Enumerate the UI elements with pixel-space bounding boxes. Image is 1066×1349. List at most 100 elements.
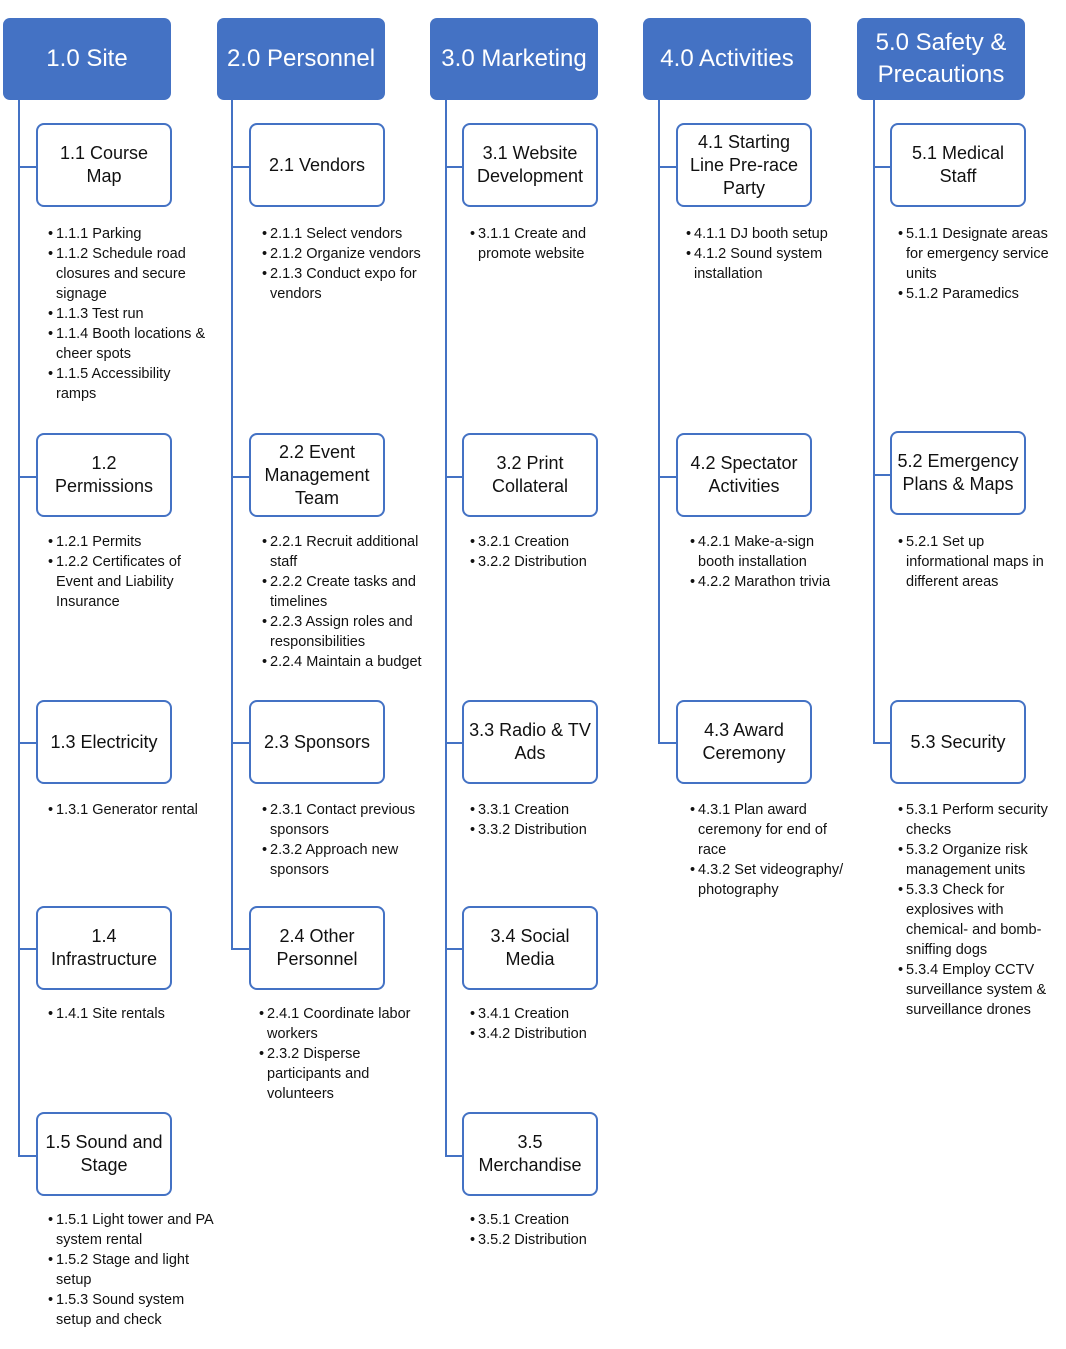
subtask-item: 5.3.3 Check for explosives with chemical… <box>898 880 1058 960</box>
category-label: 3.0 Marketing <box>441 45 587 72</box>
task-box-label: 5.1 Medical Staff <box>911 143 1005 186</box>
subtask-list: 2.4.1 Coordinate labor workers 2.3.2 Dis… <box>259 1004 419 1104</box>
connector-trunk <box>445 100 447 1157</box>
subtask-list: 3.3.1 Creation 3.3.2 Distribution <box>470 800 630 840</box>
subtask-item: 1.5.1 Light tower and PA system rental <box>48 1210 213 1250</box>
category-label: 4.0 Activities <box>660 45 794 72</box>
subtask-list: 1.2.1 Permits 1.2.2 Certificates of Even… <box>48 532 208 612</box>
connector-branch <box>873 474 891 476</box>
task-box-event-management-team[interactable]: 2.2 Event Management Team <box>249 433 385 517</box>
subtask-item: 3.4.1 Creation <box>470 1004 630 1024</box>
subtask-list: 2.3.1 Contact previous sponsors 2.3.2 Ap… <box>262 800 422 880</box>
connector-branch <box>18 1155 36 1157</box>
category-label: 5.0 Safety & Precautions <box>875 29 1007 88</box>
subtask-item: 2.2.4 Maintain a budget <box>262 652 422 672</box>
subtask-item: 1.1.3 Test run <box>48 304 208 324</box>
connector-trunk <box>231 100 233 950</box>
subtask-item: 1.5.3 Sound system setup and check <box>48 1290 213 1330</box>
subtask-item: 2.3.2 Disperse participants and voluntee… <box>259 1044 419 1104</box>
task-box-infrastructure[interactable]: 1.4 Infrastructure <box>36 906 172 990</box>
task-box-radio-tv-ads[interactable]: 3.3 Radio & TV Ads <box>462 700 598 784</box>
subtask-list: 2.1.1 Select vendors 2.1.2 Organize vend… <box>262 224 422 304</box>
connector-branch <box>231 166 249 168</box>
task-box-sound-stage[interactable]: 1.5 Sound and Stage <box>36 1112 172 1196</box>
subtask-item: 2.2.2 Create tasks and timelines <box>262 572 422 612</box>
subtask-item: 1.2.1 Permits <box>48 532 208 552</box>
task-box-label: 4.2 Spectator Activities <box>690 453 798 496</box>
connector-trunk <box>658 100 660 744</box>
connector-branch <box>445 742 463 744</box>
task-box-website-development[interactable]: 3.1 Website Development <box>462 123 598 207</box>
task-box-vendors[interactable]: 2.1 Vendors <box>249 123 385 207</box>
connector-branch <box>231 742 249 744</box>
category-box-marketing[interactable]: 3.0 Marketing <box>430 18 598 100</box>
subtask-item: 2.3.1 Contact previous sponsors <box>262 800 422 840</box>
task-box-starting-line-party[interactable]: 4.1 Starting Line Pre-race Party <box>676 123 812 207</box>
subtask-item: 3.4.2 Distribution <box>470 1024 630 1044</box>
subtask-item: 1.1.1 Parking <box>48 224 208 244</box>
task-box-other-personnel[interactable]: 2.4 Other Personnel <box>249 906 385 990</box>
subtask-item: 4.2.2 Marathon trivia <box>690 572 850 592</box>
task-box-label: 4.1 Starting Line Pre-race Party <box>689 131 799 198</box>
connector-branch <box>658 742 676 744</box>
subtask-list: 3.1.1 Create and promote website <box>470 224 630 264</box>
task-box-sponsors[interactable]: 2.3 Sponsors <box>249 700 385 784</box>
category-label: 1.0 Site <box>46 45 128 72</box>
task-box-social-media[interactable]: 3.4 Social Media <box>462 906 598 990</box>
subtask-item: 1.1.2 Schedule road closures and secure … <box>48 244 208 304</box>
subtask-item: 3.2.1 Creation <box>470 532 630 552</box>
subtask-item: 3.2.2 Distribution <box>470 552 630 572</box>
task-box-label: 3.1 Website Development <box>476 143 584 186</box>
connector-branch <box>445 948 463 950</box>
subtask-item: 2.1.2 Organize vendors <box>262 244 422 264</box>
task-box-label: 2.1 Vendors <box>268 154 366 175</box>
task-box-label: 1.4 Infrastructure <box>50 926 158 969</box>
task-box-label: 3.2 Print Collateral <box>491 453 569 496</box>
connector-branch <box>18 166 36 168</box>
category-label: 2.0 Personnel <box>226 45 376 72</box>
subtask-list: 5.2.1 Set up informational maps in diffe… <box>898 532 1058 592</box>
task-box-label: 2.4 Other Personnel <box>276 926 358 969</box>
connector-trunk <box>18 100 20 1157</box>
connector-branch <box>18 476 36 478</box>
connector-branch <box>18 742 36 744</box>
task-box-label: 1.1 Course Map <box>59 143 149 186</box>
connector-branch <box>873 166 891 168</box>
subtask-item: 2.1.3 Conduct expo for vendors <box>262 264 422 304</box>
category-box-activities[interactable]: 4.0 Activities <box>643 18 811 100</box>
task-box-spectator-activities[interactable]: 4.2 Spectator Activities <box>676 433 812 517</box>
subtask-item: 4.2.1 Make-a-sign booth installation <box>690 532 850 572</box>
connector-branch <box>18 948 36 950</box>
subtask-item: 4.3.2 Set videography/ photography <box>690 860 850 900</box>
task-box-medical-staff[interactable]: 5.1 Medical Staff <box>890 123 1026 207</box>
connector-branch <box>445 476 463 478</box>
category-box-site[interactable]: 1.0 Site <box>3 18 171 100</box>
category-box-safety-precautions[interactable]: 5.0 Safety & Precautions <box>857 18 1025 100</box>
connector-branch <box>231 948 249 950</box>
task-box-label: 2.3 Sponsors <box>263 731 371 752</box>
subtask-list: 1.3.1 Generator rental <box>48 800 208 820</box>
connector-branch <box>231 476 249 478</box>
subtask-item: 5.1.2 Paramedics <box>898 284 1058 304</box>
task-box-label: 2.2 Event Management Team <box>264 441 370 508</box>
task-box-label: 1.2 Permissions <box>54 453 154 496</box>
subtask-item: 2.1.1 Select vendors <box>262 224 422 244</box>
subtask-item: 5.2.1 Set up informational maps in diffe… <box>898 532 1058 592</box>
task-box-print-collateral[interactable]: 3.2 Print Collateral <box>462 433 598 517</box>
task-box-security[interactable]: 5.3 Security <box>890 700 1026 784</box>
task-box-label: 5.3 Security <box>910 731 1006 752</box>
subtask-item: 2.3.2 Approach new sponsors <box>262 840 422 880</box>
task-box-emergency-plans[interactable]: 5.2 Emergency Plans & Maps <box>890 431 1026 515</box>
subtask-list: 2.2.1 Recruit additional staff 2.2.2 Cre… <box>262 532 422 672</box>
subtask-list: 1.4.1 Site rentals <box>48 1004 208 1024</box>
subtask-item: 3.1.1 Create and promote website <box>470 224 630 264</box>
task-box-award-ceremony[interactable]: 4.3 Award Ceremony <box>676 700 812 784</box>
category-box-personnel[interactable]: 2.0 Personnel <box>217 18 385 100</box>
task-box-label: 1.3 Electricity <box>50 731 158 752</box>
task-box-permissions[interactable]: 1.2 Permissions <box>36 433 172 517</box>
task-box-merchandise[interactable]: 3.5 Merchandise <box>462 1112 598 1196</box>
subtask-item: 5.3.2 Organize risk management units <box>898 840 1058 880</box>
subtask-item: 3.5.2 Distribution <box>470 1230 630 1250</box>
task-box-course-map[interactable]: 1.1 Course Map <box>36 123 172 207</box>
task-box-electricity[interactable]: 1.3 Electricity <box>36 700 172 784</box>
